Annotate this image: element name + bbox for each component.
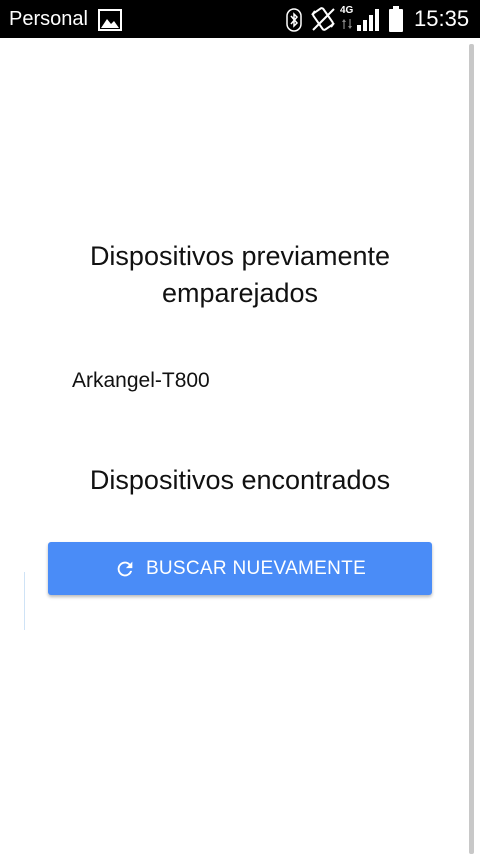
scrollbar[interactable] <box>469 44 474 854</box>
data-arrows-icon <box>342 19 352 29</box>
gallery-icon <box>98 9 122 31</box>
signal-icon <box>357 9 379 31</box>
paired-device-item[interactable]: Arkangel-T800 <box>72 368 210 394</box>
network-type-label: 4G <box>340 5 354 16</box>
edge-divider <box>24 572 25 630</box>
refresh-icon <box>117 561 133 576</box>
search-again-button[interactable]: BUSCAR NUEVAMENTE <box>48 542 432 595</box>
bluetooth-icon <box>286 8 302 32</box>
carrier-name: Personal <box>9 8 88 30</box>
paired-devices-title: Dispositivos previamente emparejados <box>89 241 391 308</box>
found-devices-title: Dispositivos encontrados <box>89 465 391 495</box>
battery-icon <box>389 6 403 32</box>
vibrate-icon <box>311 7 335 31</box>
screen: Personal 4G 15:35 Dispositivos previamen… <box>0 0 480 854</box>
search-again-label: BUSCAR NUEVAMENTE <box>145 557 367 579</box>
clock: 15:35 <box>414 6 470 31</box>
status-bar: Personal 4G 15:35 <box>0 0 480 38</box>
